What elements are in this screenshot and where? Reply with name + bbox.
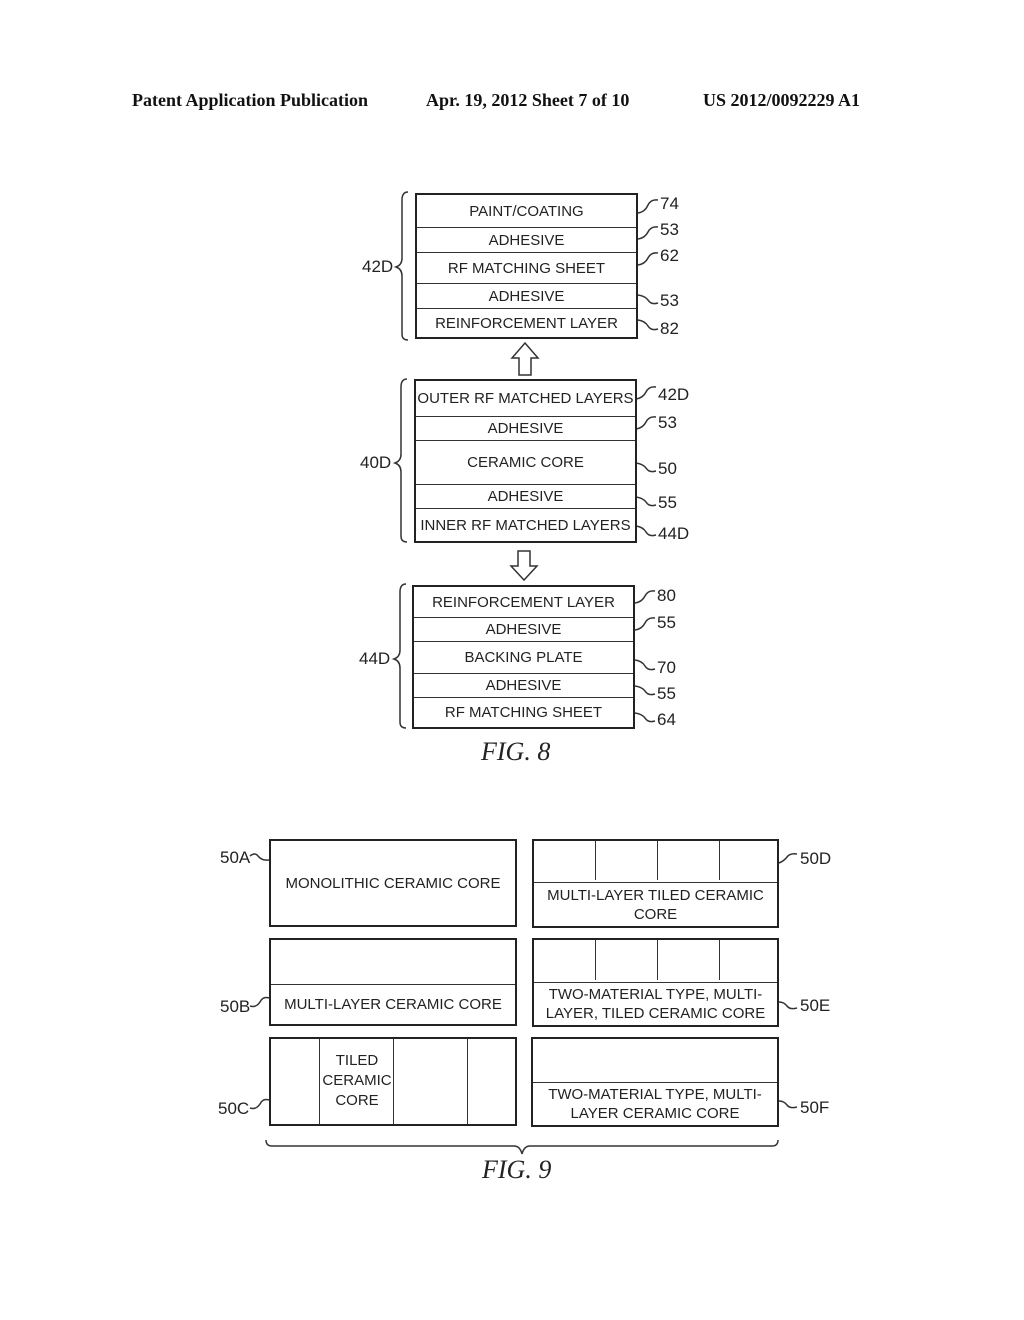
stack-label-44d: 44D — [359, 649, 391, 668]
core-multi-layer-label: MULTI-LAYER CERAMIC CORE — [271, 984, 515, 1024]
core-tiled-label: TILED CERAMIC CORE — [322, 1052, 392, 1109]
layer-adhesive: ADHESIVE — [414, 617, 633, 641]
down-arrow-icon — [509, 550, 539, 582]
layer-paint-coating: PAINT/COATING — [469, 202, 584, 220]
layer-adhesive: ADHESIVE — [416, 416, 635, 440]
layer-adhesive: ADHESIVE — [417, 227, 636, 252]
up-arrow-icon — [510, 341, 540, 376]
ref-55: 55 — [658, 493, 677, 512]
stack-label-40d: 40D — [360, 453, 392, 472]
core-multi-layer-tiled-label: MULTI-LAYER TILED CERAMIC CORE — [534, 882, 777, 926]
ref-50a: 50A — [220, 848, 251, 867]
layer-rf-matching-sheet: RF MATCHING SHEET — [414, 697, 633, 727]
ref-50d: 50D — [800, 849, 832, 868]
ref-80: 80 — [657, 586, 676, 605]
layer-reinforcement: REINFORCEMENT LAYER — [432, 593, 615, 611]
core-multi-layer-tiled: MULTI-LAYER TILED CERAMIC CORE — [532, 839, 779, 928]
core-monolithic-label: MONOLITHIC CERAMIC CORE — [285, 874, 501, 892]
ref-74: 74 — [660, 194, 679, 213]
ref-44d: 44D — [658, 524, 690, 543]
layer-adhesive: ADHESIVE — [417, 283, 636, 308]
core-two-material-tiled: TWO-MATERIAL TYPE, MULTI- LAYER, TILED C… — [532, 938, 779, 1027]
layer-rf-matching-sheet: RF MATCHING SHEET — [417, 252, 636, 283]
ref-64: 64 — [657, 710, 676, 729]
brace-fig9 — [265, 1139, 779, 1155]
ref-50c: 50C — [218, 1099, 250, 1118]
brace-44d — [391, 583, 407, 729]
ref-42d: 42D — [658, 385, 690, 404]
ref-50b: 50B — [220, 997, 251, 1016]
core-multi-layer: MULTI-LAYER CERAMIC CORE — [269, 938, 517, 1026]
layer-ceramic-core: CERAMIC CORE — [416, 440, 635, 484]
layer-backing-plate: BACKING PLATE — [414, 641, 633, 673]
ref-62: 62 — [660, 246, 679, 265]
layer-adhesive: ADHESIVE — [414, 673, 633, 697]
ref-50f: 50F — [800, 1098, 830, 1117]
figure-caption-8: FIG. 8 — [481, 737, 551, 766]
ref-53: 53 — [660, 220, 679, 239]
core-monolithic: MONOLITHIC CERAMIC CORE — [269, 839, 517, 927]
stack-44d: REINFORCEMENT LAYER ADHESIVE BACKING PLA… — [412, 585, 635, 729]
ref-53: 53 — [660, 291, 679, 310]
layer-inner-rf-matched: INNER RF MATCHED LAYERS — [416, 508, 635, 541]
layer-reinforcement: REINFORCEMENT LAYER — [417, 308, 636, 337]
stack-42d: PAINT/COATING ADHESIVE RF MATCHING SHEET… — [415, 193, 638, 339]
ref-55: 55 — [657, 684, 676, 703]
layer-outer-rf-matched: OUTER RF MATCHED LAYERS — [417, 390, 634, 407]
core-two-material-tiled-label: TWO-MATERIAL TYPE, MULTI- LAYER, TILED C… — [534, 982, 777, 1025]
stack-40d: OUTER RF MATCHED LAYERS ADHESIVE CERAMIC… — [414, 379, 637, 543]
ref-50e: 50E — [800, 996, 831, 1015]
stack-label-42d: 42D — [362, 257, 394, 276]
ref-53: 53 — [658, 413, 677, 432]
core-tiled: TILED CERAMIC CORE — [269, 1037, 517, 1126]
ref-55: 55 — [657, 613, 676, 632]
core-two-material-multi-layer: TWO-MATERIAL TYPE, MULTI- LAYER CERAMIC … — [531, 1037, 779, 1127]
ref-50: 50 — [658, 459, 677, 478]
brace-42d — [393, 191, 409, 341]
ref-70: 70 — [657, 658, 676, 677]
core-two-material-multi-layer-label: TWO-MATERIAL TYPE, MULTI- LAYER CERAMIC … — [533, 1082, 777, 1125]
figure-caption-9: FIG. 9 — [482, 1155, 552, 1184]
brace-40d — [392, 378, 408, 543]
layer-adhesive: ADHESIVE — [416, 484, 635, 508]
ref-82: 82 — [660, 319, 679, 338]
